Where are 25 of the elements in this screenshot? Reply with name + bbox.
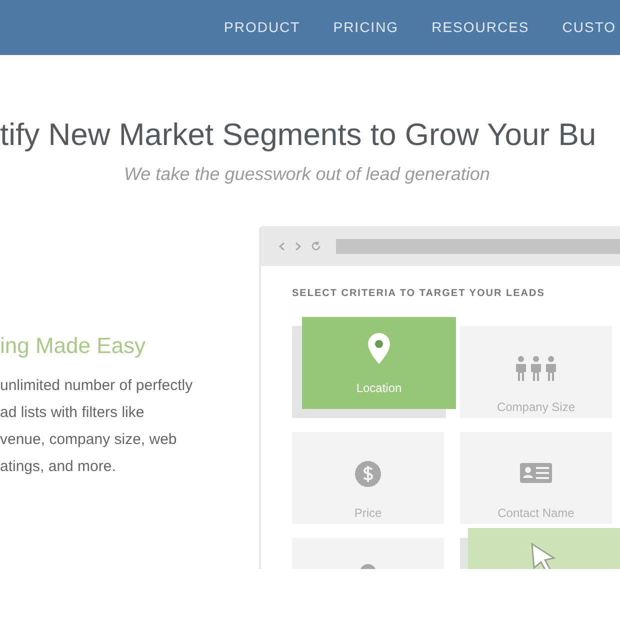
address-bar[interactable] <box>336 238 620 254</box>
people-icon <box>514 355 558 381</box>
tile-label: Company Size <box>496 399 576 416</box>
nav-link[interactable]: RESOURCES <box>432 17 530 38</box>
feature-heading: ing Made Easy <box>0 332 147 360</box>
nav-link[interactable]: CUSTO <box>562 17 616 38</box>
criteria-tile[interactable]: Price <box>292 432 444 524</box>
nav-link[interactable]: PRICING <box>333 17 399 38</box>
tile-label: Contact Name <box>498 505 574 522</box>
tile-label: Price <box>354 505 382 522</box>
contact-card-icon <box>520 463 552 485</box>
criteria-heading: SELECT CRITERIA TO TARGET YOUR LEADS <box>292 287 546 301</box>
criteria-tile[interactable]: Location <box>302 317 456 409</box>
cursor-icon <box>530 542 558 569</box>
back-icon <box>279 242 285 250</box>
criteria-tile[interactable]: Company Size <box>460 326 612 418</box>
hero-title: tify New Market Segments to Grow Your Bu <box>0 116 598 154</box>
nav-link[interactable]: PRODUCT <box>224 17 300 38</box>
feature-text: unlimited number of perfectly ad lists with filters like venue, company size, web atings, and more. <box>0 376 194 477</box>
criteria-tile[interactable]: Contact Name <box>460 432 612 524</box>
reload-icon <box>311 241 321 251</box>
hero-subtitle: We take the guesswork out of lead generation <box>123 163 491 186</box>
dollar-icon <box>354 460 382 488</box>
forward-icon <box>295 242 301 250</box>
tile-label: Location <box>356 380 402 397</box>
